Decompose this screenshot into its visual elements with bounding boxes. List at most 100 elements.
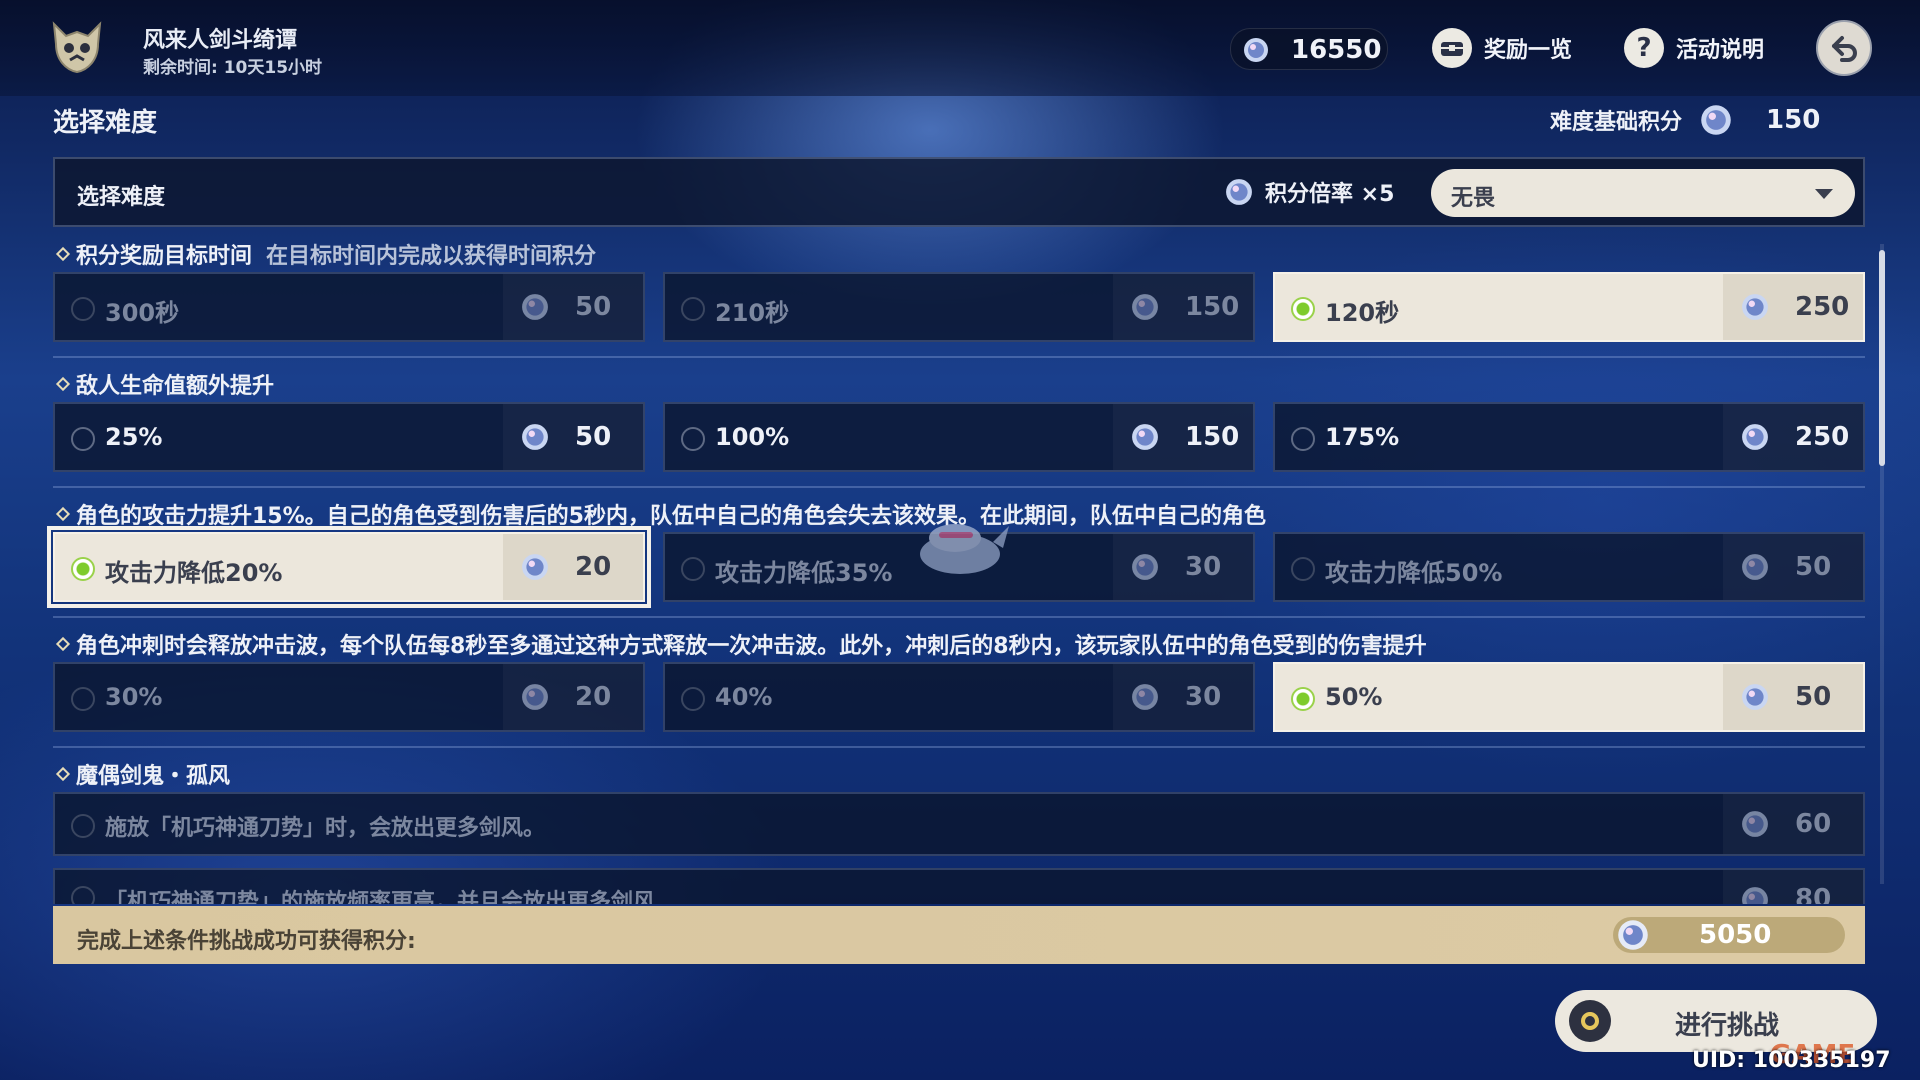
option-card[interactable]: 210秒 150: [663, 272, 1255, 342]
gem-icon: [522, 554, 548, 580]
option-score-value: 30: [1185, 682, 1222, 712]
radio-button: [681, 427, 705, 451]
option-score: 250: [1723, 404, 1863, 470]
option-score: 50: [503, 404, 643, 470]
difficulty-select[interactable]: 无畏: [1431, 169, 1855, 217]
total-score-pill: 5050: [1613, 917, 1845, 953]
category-heading: 角色冲刺时会释放冲击波，每个队伍每8秒至多通过这种方式释放一次冲击波。此外，冲刺…: [55, 628, 1427, 660]
difficulty-label: 选择难度: [77, 185, 166, 210]
option-label: 120秒: [1325, 299, 1400, 327]
option-score-value: 150: [1185, 292, 1240, 322]
currency-display: 16550: [1230, 28, 1388, 70]
option-card[interactable]: 300秒 50: [53, 272, 645, 342]
option-label: 210秒: [715, 299, 790, 327]
option-card[interactable]: 100% 150: [663, 402, 1255, 472]
option-card-selected[interactable]: 120秒 250: [1273, 272, 1865, 342]
rewards-overview-button[interactable]: 奖励一览: [1432, 24, 1572, 72]
option-score-value: 50: [1795, 682, 1832, 712]
radio-button: [71, 297, 95, 321]
score-multiplier: 积分倍率 ×5: [1225, 176, 1394, 208]
option-card-selected[interactable]: 50% 50: [1273, 662, 1865, 732]
option-score: 30: [1113, 664, 1253, 730]
back-arrow-icon: [1832, 36, 1857, 62]
option-label: 100%: [715, 423, 790, 451]
gem-icon: [1742, 684, 1768, 710]
total-score-label: 完成上述条件挑战成功可获得积分:: [77, 929, 416, 954]
page-title: 选择难度: [53, 108, 158, 138]
event-info-label: 活动说明: [1676, 38, 1765, 63]
option-card[interactable]: 施放「机巧神通刀势」时，会放出更多剑风。 60: [53, 792, 1865, 856]
back-button[interactable]: [1816, 20, 1872, 76]
category-title: 敌人生命值额外提升: [76, 374, 275, 399]
option-score: 50: [503, 274, 643, 340]
divider: [53, 616, 1865, 618]
total-score-bar: 完成上述条件挑战成功可获得积分: 5050: [53, 906, 1865, 964]
radio-button: [71, 427, 95, 451]
category-heading: 魔偶剑鬼・孤风: [55, 758, 231, 790]
option-card[interactable]: 攻击力降低50% 50: [1273, 532, 1865, 602]
gem-icon: [1132, 684, 1158, 710]
divider: [53, 746, 1865, 748]
option-score-value: 20: [575, 552, 612, 582]
option-card-partial[interactable]: 「机巧神通刀势」的施放频率更高，并且会放出更多剑风 80: [53, 868, 1865, 904]
option-score: 250: [1723, 274, 1863, 340]
option-score-value: 80: [1795, 884, 1832, 904]
diamond-bullet-icon: [55, 506, 71, 522]
diamond-bullet-icon: [55, 636, 71, 652]
score-multiplier-text: 积分倍率 ×5: [1265, 182, 1395, 207]
option-label: 施放「机巧神通刀势」时，会放出更多剑风。: [105, 816, 546, 841]
gem-icon: [522, 424, 548, 450]
option-score-value: 50: [575, 292, 612, 322]
total-score-value: 5050: [1699, 920, 1772, 950]
question-icon: ?: [1624, 28, 1664, 68]
diamond-bullet-icon: [55, 766, 71, 782]
gem-icon: [1132, 294, 1158, 320]
radio-button: [681, 297, 705, 321]
base-score-value: 150: [1766, 105, 1821, 135]
option-card-selected[interactable]: 攻击力降低20% 20: [47, 526, 651, 608]
option-card[interactable]: 40% 30: [663, 662, 1255, 732]
option-score: 80: [1723, 870, 1863, 904]
radio-button-checked: [1291, 297, 1315, 321]
option-label: 300秒: [105, 299, 180, 327]
option-score: 50: [1723, 534, 1863, 600]
option-card[interactable]: 175% 250: [1273, 402, 1865, 472]
option-score-value: 50: [575, 422, 612, 452]
option-card[interactable]: 30% 20: [53, 662, 645, 732]
gem-icon: [1742, 294, 1768, 320]
scrollbar-thumb[interactable]: [1879, 250, 1885, 466]
option-label: 攻击力降低50%: [1325, 559, 1503, 587]
currency-value: 16550: [1291, 35, 1382, 65]
player-uid: UID: 100335197: [1692, 1048, 1891, 1073]
gem-icon: [1742, 811, 1768, 837]
difficulty-bar: 选择难度 积分倍率 ×5 无畏: [53, 157, 1865, 227]
radio-button: [681, 687, 705, 711]
category-heading: 角色的攻击力提升15%。自己的角色受到伤害后的5秒内，队伍中自己的角色会失去该效…: [55, 498, 1266, 530]
radio-button: [71, 687, 95, 711]
category-heading: 敌人生命值额外提升: [55, 368, 275, 400]
category-title: 角色冲刺时会释放冲击波，每个队伍每8秒至多通过这种方式释放一次冲击波。此外，冲刺…: [76, 634, 1427, 659]
paimon-mascot-icon: [920, 524, 1009, 574]
radio-button: [1291, 427, 1315, 451]
option-label: 25%: [105, 423, 163, 451]
gem-icon: [1244, 38, 1268, 62]
option-score-value: 60: [1795, 809, 1832, 839]
rewards-overview-label: 奖励一览: [1484, 38, 1573, 63]
confirm-circle-icon: [1569, 1000, 1611, 1042]
radio-button: [1291, 557, 1315, 581]
option-score-value: 30: [1185, 552, 1222, 582]
option-label: 175%: [1325, 423, 1400, 451]
option-label: 「机巧神通刀势」的施放频率更高，并且会放出更多剑风: [105, 890, 656, 904]
category-title: 魔偶剑鬼・孤风: [76, 764, 231, 789]
diamond-bullet-icon: [55, 376, 71, 392]
option-score-value: 250: [1795, 292, 1850, 322]
base-score: 难度基础积分 150: [1550, 104, 1820, 136]
diamond-bullet-icon: [55, 246, 71, 262]
event-remaining-time: 剩余时间: 10天15小时: [143, 58, 323, 78]
radio-button: [681, 557, 705, 581]
gem-icon: [522, 684, 548, 710]
option-card[interactable]: 25% 50: [53, 402, 645, 472]
start-challenge-label: 进行挑战: [1675, 1011, 1780, 1041]
category-subtitle: 在目标时间内完成以获得时间积分: [266, 244, 597, 269]
event-info-button[interactable]: ? 活动说明: [1624, 24, 1764, 72]
